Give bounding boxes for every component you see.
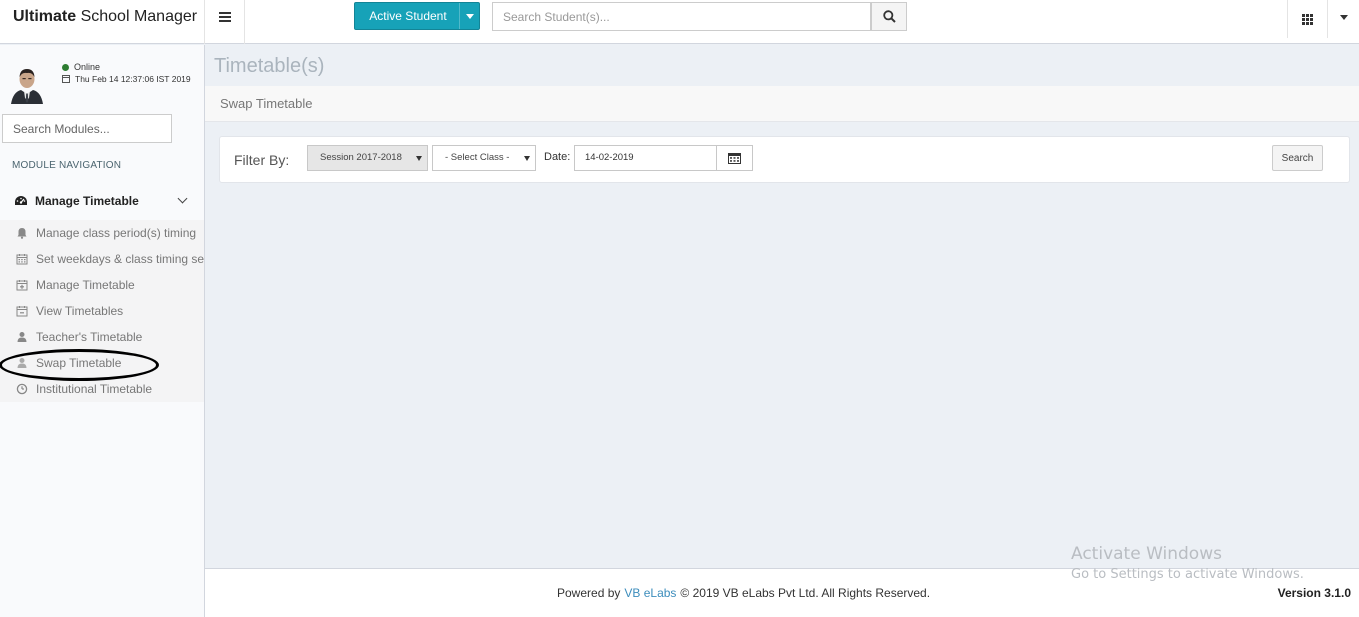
sidebar-item-manage-timetable[interactable]: Manage Timetable (0, 186, 204, 216)
sidebar-item-label: Manage class period(s) timing (36, 226, 197, 240)
module-navigation-header: MODULE NAVIGATION (12, 160, 122, 171)
sidebar-item-view-timetables[interactable]: View Timetables (0, 298, 204, 324)
powered-by-text: Powered by (557, 586, 621, 600)
online-status: Online (62, 62, 100, 72)
session-select-value: Session 2017-2018 (320, 152, 402, 163)
calendar-minus-icon (16, 305, 28, 317)
avatar (9, 63, 45, 104)
sidebar-item-set-weekdays[interactable]: Set weekdays & class timing sets (0, 246, 204, 272)
footer-credits: Powered by VB eLabs © 2019 VB eLabs Pvt Lt… (557, 586, 930, 600)
caret-down-icon (416, 156, 422, 161)
filter-label: Filter By: (234, 152, 290, 168)
class-select-value: - Select Class - (445, 152, 510, 163)
session-select[interactable]: Session 2017-2018 (307, 145, 428, 171)
class-select[interactable]: - Select Class - (432, 145, 536, 171)
search-icon (882, 10, 896, 23)
user-menu-button[interactable] (1328, 0, 1359, 34)
module-search-input[interactable] (2, 114, 172, 143)
sidebar-item-teachers-timetable[interactable]: Teacher's Timetable (0, 324, 204, 350)
caret-down-icon[interactable] (459, 3, 479, 29)
sidebar-item-label: Swap Timetable (36, 356, 122, 370)
watermark-line1: Activate Windows (1071, 544, 1222, 564)
brand-rest: School Manager (76, 8, 198, 25)
clock-icon (16, 383, 28, 395)
sidebar-item-manage-class-period-timing[interactable]: Manage class period(s) timing (0, 220, 204, 246)
copyright-text: © 2019 VB eLabs Pvt Ltd. All Rights Rese… (680, 586, 931, 600)
version-text: Version 3.1.0 (1277, 586, 1351, 600)
grid-icon (1302, 13, 1313, 25)
main-content: Timetable(s) Swap Timetable Filter By: S… (205, 45, 1359, 568)
sidebar-item-label: Teacher's Timetable (36, 330, 143, 344)
online-status-text: Online (74, 62, 101, 72)
breadcrumb: Swap Timetable (205, 86, 1359, 122)
activate-windows-watermark: Activate Windows Go to Settings to activ… (1071, 544, 1304, 582)
sidebar-toggle-button[interactable] (205, 0, 245, 44)
date-input-value: 14-02-2019 (585, 152, 634, 163)
breadcrumb-text: Swap Timetable (220, 96, 313, 111)
calendar-icon (62, 75, 70, 83)
filter-search-button[interactable]: Search (1272, 145, 1323, 171)
user-icon (16, 331, 28, 343)
apps-menu-button[interactable] (1287, 0, 1328, 38)
hamburger-icon (218, 12, 231, 22)
sidebar-item-label: Manage Timetable (35, 194, 139, 208)
filter-panel: Filter By: Session 2017-2018 - Select Cl… (219, 136, 1350, 183)
student-search-button[interactable] (871, 2, 907, 31)
app-brand[interactable]: Ultimate School Manager (0, 0, 205, 44)
sidebar-item-institutional-timetable[interactable]: Institutional Timetable (0, 376, 204, 402)
calendar-plus-icon (16, 279, 28, 291)
brand-bold: Ultimate (13, 8, 77, 25)
sidebar-item-manage-timetable-sub[interactable]: Manage Timetable (0, 272, 204, 298)
sidebar-item-swap-timetable[interactable]: Swap Timetable (0, 350, 204, 376)
online-dot-icon (62, 63, 69, 71)
sidebar-item-label: View Timetables (36, 304, 124, 318)
treeview-menu: Manage class period(s) timing Set weekda… (0, 220, 204, 402)
calendar-icon (728, 153, 741, 164)
current-datetime: Thu Feb 14 12:37:06 IST 2019 (62, 74, 191, 84)
sidebar: Online Thu Feb 14 12:37:06 IST 2019 MODU… (0, 45, 205, 617)
student-search-input[interactable] (492, 2, 871, 31)
sidebar-item-label: Institutional Timetable (36, 382, 153, 396)
top-header: Ultimate School Manager Active Student (0, 0, 1359, 44)
chevron-down-icon (177, 193, 188, 204)
calendar-icon (16, 253, 28, 265)
sidebar-item-label: Manage Timetable (36, 278, 135, 292)
sidebar-item-label: Set weekdays & class timing sets (36, 252, 204, 266)
active-student-label: Active Student (369, 9, 447, 23)
date-picker-button[interactable] (717, 145, 753, 171)
date-input[interactable]: 14-02-2019 (574, 145, 717, 171)
user-icon (16, 357, 28, 369)
user-panel: Online Thu Feb 14 12:37:06 IST 2019 (0, 45, 204, 110)
watermark-line2: Go to Settings to activate Windows. (1071, 567, 1304, 582)
caret-down-icon (1339, 14, 1348, 20)
active-student-dropdown[interactable]: Active Student (354, 2, 480, 30)
caret-down-icon (524, 156, 530, 161)
datetime-text: Thu Feb 14 12:37:06 IST 2019 (75, 74, 191, 84)
page-title: Timetable(s) (214, 55, 325, 77)
bell-icon (16, 227, 28, 239)
dashboard-icon (15, 196, 27, 205)
date-label: Date: (544, 151, 571, 163)
company-link[interactable]: VB eLabs (624, 586, 676, 600)
